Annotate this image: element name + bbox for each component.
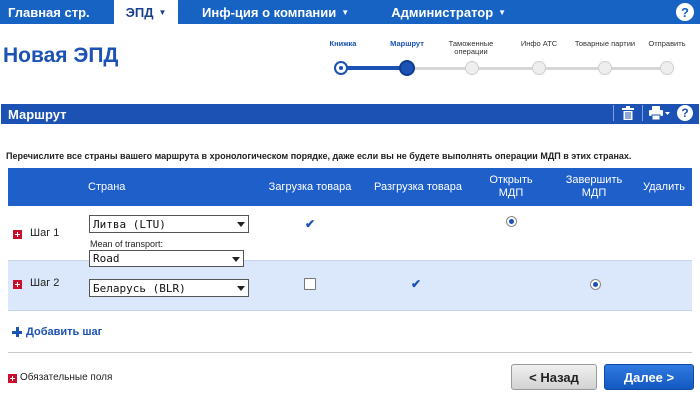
country-select[interactable]: Беларусь (BLR) <box>89 279 249 297</box>
transport-label: Mean of transport: <box>90 239 164 249</box>
nav-company-label: Инф-ция о компании <box>202 4 337 20</box>
divider <box>8 310 692 311</box>
open-tir-radio[interactable] <box>506 216 517 227</box>
caret-down-icon: ▼ <box>498 7 507 17</box>
step-name: Шаг 2 <box>30 277 60 289</box>
divider <box>642 105 643 121</box>
col-open-tir: Открыть МДП <box>489 174 533 199</box>
transport-select[interactable]: Road <box>89 250 244 267</box>
nav-epd[interactable]: ЭПД ▼ <box>114 0 178 24</box>
caret-down-icon: ▼ <box>341 7 350 17</box>
required-fields-note: Обязательные поля <box>20 372 113 383</box>
col-close-tir: Завершить МДП <box>565 174 623 199</box>
progress-stepper: Книжка Маршрут Таможенные операции Инфо … <box>310 36 700 80</box>
page-title: Новая ЭПД <box>3 44 119 67</box>
dropdown-arrow-icon <box>237 286 245 291</box>
col-loading: Загрузка товара <box>268 180 352 193</box>
help-icon[interactable]: ? <box>676 3 694 21</box>
col-unloading: Разгрузка товара <box>374 180 462 193</box>
step-label-goods: Товарные партии <box>574 39 636 48</box>
loading-check-icon[interactable]: ✔ <box>305 217 315 231</box>
panel-header: Маршрут ? <box>1 104 699 124</box>
country-select-value: Беларусь (BLR) <box>93 281 186 295</box>
country-select[interactable]: Литва (LTU) <box>89 215 249 233</box>
step-dot-goods <box>598 61 612 75</box>
step-label-route: Маршрут <box>390 39 424 48</box>
plus-icon <box>12 327 22 337</box>
route-instructions: Перечислите все страны вашего маршрута в… <box>6 151 632 161</box>
add-step-label: Добавить шаг <box>26 326 103 338</box>
trash-icon[interactable] <box>620 105 636 121</box>
close-tir-radio[interactable] <box>590 279 601 290</box>
panel-title: Маршрут <box>8 106 67 122</box>
required-icon <box>13 230 22 239</box>
help-icon[interactable]: ? <box>677 105 693 121</box>
caret-down-icon: ▼ <box>158 7 167 17</box>
stepper-track-fill <box>340 66 408 70</box>
dropdown-arrow-icon <box>237 222 245 227</box>
divider <box>613 105 614 121</box>
nav-home[interactable]: Главная стр. <box>0 0 106 24</box>
divider <box>8 352 692 353</box>
dropdown-arrow-icon <box>232 257 240 262</box>
step-dot-book[interactable] <box>334 61 348 75</box>
nav-admin-label: Администратор <box>391 4 494 20</box>
print-icon[interactable] <box>649 105 671 121</box>
step-dot-route[interactable] <box>399 60 415 76</box>
transport-select-value: Road <box>93 252 120 265</box>
loading-checkbox[interactable] <box>304 278 316 290</box>
route-table-header: Страна Загрузка товара Разгрузка товара … <box>8 168 692 206</box>
back-button[interactable]: < Назад <box>511 364 597 390</box>
top-nav: Главная стр. ЭПД ▼ Инф-ция о компании ▼ Ад… <box>0 0 700 24</box>
step-dot-vehicle <box>532 61 546 75</box>
next-button[interactable]: Далее > <box>604 364 694 390</box>
col-country: Страна <box>88 180 126 193</box>
col-delete: Удалить <box>643 180 685 193</box>
nav-admin[interactable]: Администратор ▼ <box>381 0 516 24</box>
nav-company-info[interactable]: Инф-ция о компании ▼ <box>192 0 359 24</box>
required-icon <box>8 374 17 383</box>
step-label-book: Книжка <box>329 39 357 48</box>
panel-tools: ? <box>613 105 693 121</box>
step-label-send: Отправить <box>648 39 686 48</box>
step-label-vehicle: Инфо АТС <box>520 39 558 48</box>
step-dot-send <box>660 61 674 75</box>
unloading-check-icon[interactable]: ✔ <box>411 277 421 291</box>
step-name: Шаг 1 <box>30 227 60 239</box>
nav-home-label: Главная стр. <box>8 4 90 20</box>
nav-epd-label: ЭПД <box>125 4 154 20</box>
country-select-value: Литва (LTU) <box>93 217 166 231</box>
required-icon <box>13 280 22 289</box>
step-dot-customs <box>465 61 479 75</box>
step-label-customs: Таможенные операции <box>448 39 494 56</box>
add-step-link[interactable]: Добавить шаг <box>12 326 102 338</box>
